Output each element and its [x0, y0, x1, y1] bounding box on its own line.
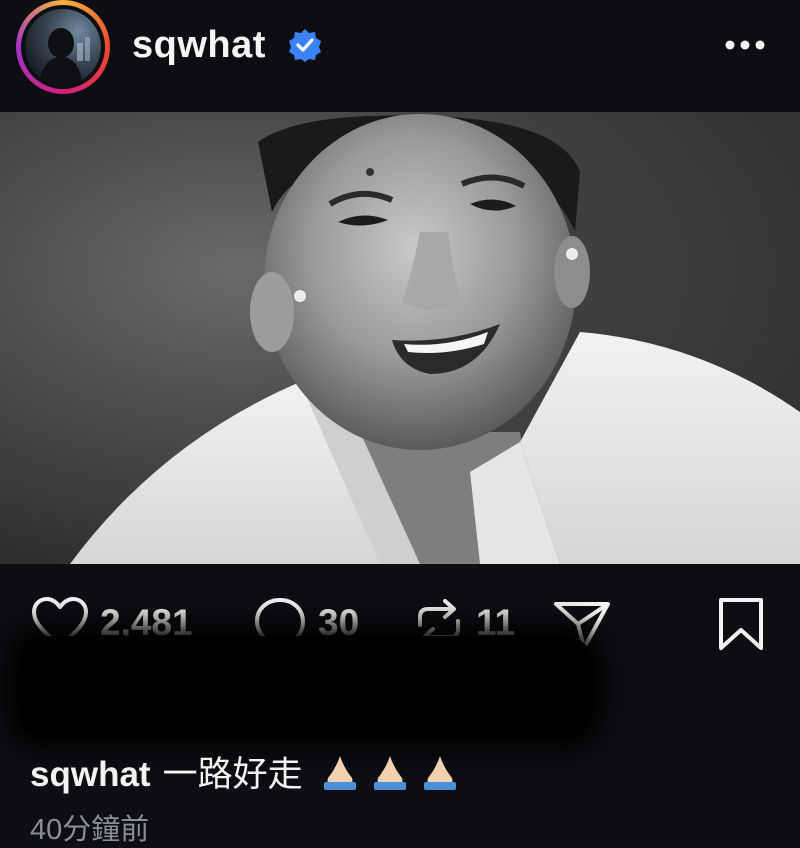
- post-caption: sqwhat 一路好走: [30, 746, 468, 797]
- story-ring-avatar[interactable]: [16, 0, 110, 94]
- portrait-image: [0, 112, 800, 564]
- verified-icon: [289, 29, 321, 62]
- post-photo[interactable]: [0, 112, 800, 564]
- post-header: sqwhat: [0, 0, 800, 112]
- post-timestamp: 40分鐘前: [30, 814, 150, 846]
- username-link[interactable]: sqwhat: [132, 24, 266, 67]
- bookmark-icon[interactable]: [716, 596, 766, 652]
- avatar-image: [25, 9, 101, 85]
- redaction-block: [18, 636, 592, 738]
- folded-hands-icon: [324, 756, 357, 790]
- folded-hands-emoji-group: [324, 756, 457, 790]
- avatar-silhouette: [39, 28, 90, 85]
- folded-hands-icon: [374, 756, 407, 790]
- caption-text: 一路好走: [162, 755, 303, 794]
- avatar: [21, 5, 105, 89]
- more-icon[interactable]: [722, 30, 768, 60]
- folded-hands-icon: [424, 756, 457, 790]
- caption-username[interactable]: sqwhat: [30, 755, 151, 794]
